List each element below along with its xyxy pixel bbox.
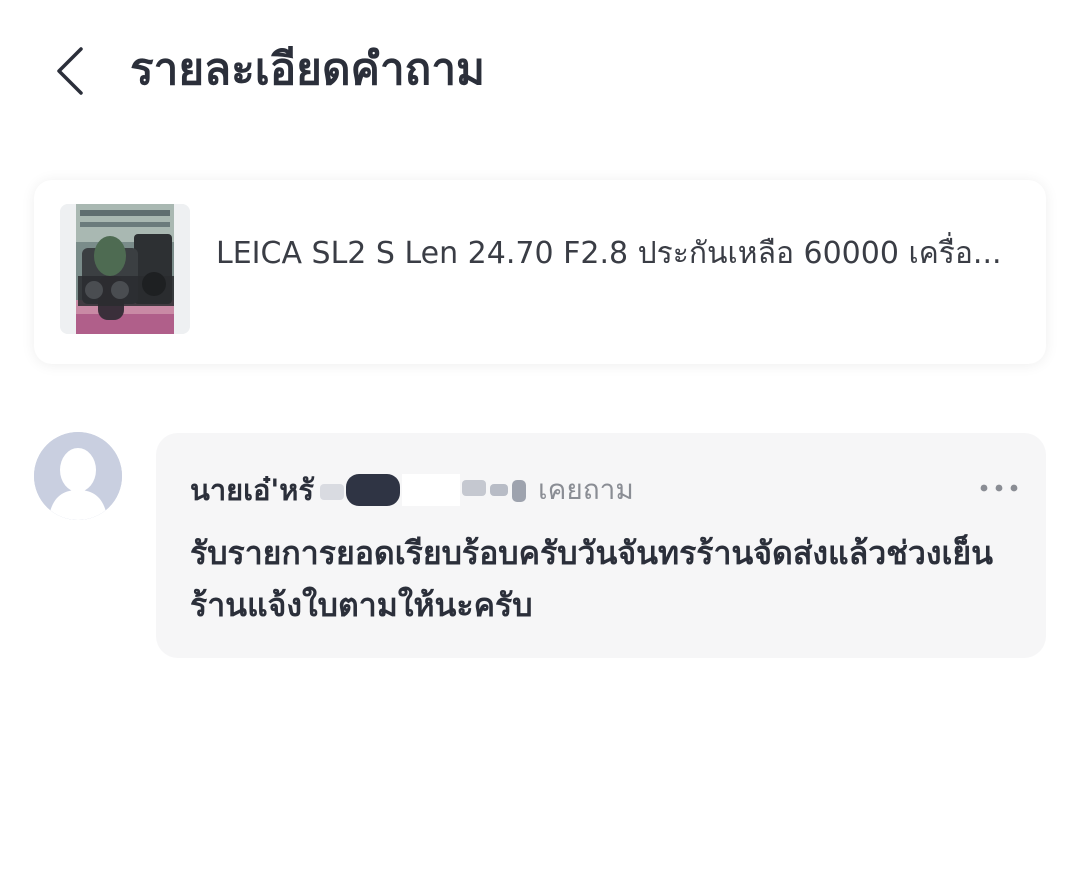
answer-bubble: นายเอ๋'หรั เคยถาม รับรายการยอดเรียบร้อบค… [156,433,1046,658]
more-options-button[interactable] [974,471,1024,505]
user-placeholder-icon [34,432,122,520]
answer-text: รับรายการยอดเรียบร้อบครับวันจันทรร้านจัด… [190,534,994,624]
back-button[interactable] [40,38,100,104]
redacted-name-mark [318,470,532,510]
asked-label: เคยถาม [538,473,634,506]
more-horizontal-icon [980,484,1018,492]
page-title: รายละเอียดคำถาม [130,44,486,95]
avatar[interactable] [34,432,122,520]
product-image [60,204,190,334]
product-title: LEICA SL2 S Len 24.70 F2.8 ประกันเหลือ 6… [216,236,1002,271]
header: รายละเอียดคำถาม [0,0,1080,140]
answer-header: นายเอ๋'หรั เคยถาม [190,469,634,511]
chevron-left-icon [57,47,83,95]
product-thumbnail [60,204,190,334]
author-name: นายเอ๋'หรั [190,473,315,507]
product-card[interactable]: LEICA SL2 S Len 24.70 F2.8 ประกันเหลือ 6… [34,180,1046,364]
